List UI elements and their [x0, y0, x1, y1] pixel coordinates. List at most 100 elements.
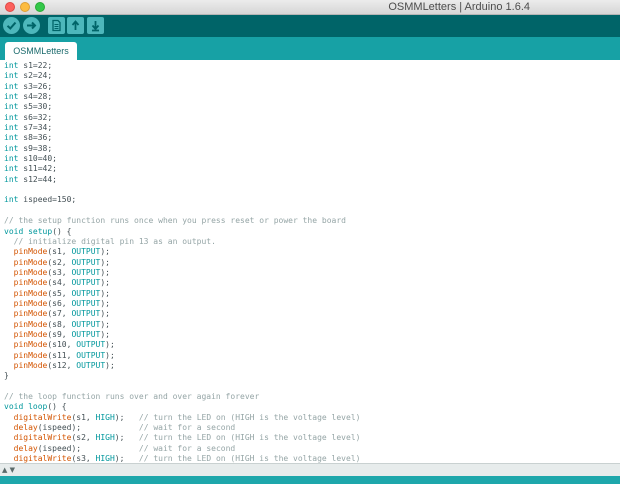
save-sketch-button[interactable]	[87, 17, 104, 34]
code-line[interactable]: pinMode(s10, OUTPUT);	[4, 340, 360, 350]
code-keyword: int	[4, 123, 19, 133]
code-text-token: (s2,	[47, 257, 72, 267]
code-keyword: int	[4, 195, 19, 205]
code-line[interactable]: pinMode(s5, OUTPUT);	[4, 289, 360, 299]
code-line[interactable]: int s11=42;	[4, 164, 360, 174]
code-editor[interactable]: int s1=22; int s2=24; int s3=26; int s4=28;…	[0, 60, 620, 463]
code-text-token: (s4,	[47, 278, 72, 288]
code-line[interactable]: pinMode(s3, OUTPUT);	[4, 268, 360, 278]
code-line[interactable]: pinMode(s11, OUTPUT);	[4, 351, 360, 361]
code-text-token: );	[100, 278, 110, 288]
code-function: pinMode	[13, 288, 48, 298]
code-comment: // wait for a second	[138, 443, 236, 453]
code-line[interactable]	[4, 206, 360, 216]
code-line[interactable]	[4, 185, 360, 195]
code-line[interactable]: pinMode(s4, OUTPUT);	[4, 278, 360, 288]
code-comment: // turn the LED on (HIGH is the voltage …	[138, 454, 361, 463]
code-line[interactable]: void setup() {	[4, 227, 360, 237]
code-line[interactable]: void loop() {	[4, 402, 360, 412]
tab-bar: OSMMLetters	[0, 37, 620, 60]
code-text-token: );	[114, 412, 139, 422]
code-text-token: (s3,	[47, 267, 72, 277]
arrow-right-icon	[27, 21, 37, 30]
code-constant: OUTPUT	[76, 340, 106, 350]
code-function: pinMode	[13, 309, 48, 319]
code-keyword: int	[4, 61, 19, 70]
code-line[interactable]: int s6=32;	[4, 113, 360, 123]
code-line[interactable]: int s9=38;	[4, 144, 360, 154]
code-text-token: s4=28;	[18, 92, 53, 102]
code-line[interactable]: // the loop function runs over and over …	[4, 392, 360, 402]
code-comment: // initialize digital pin 13 as an outpu…	[4, 236, 216, 246]
code-text-token: s2=24;	[18, 71, 53, 81]
upload-button[interactable]	[23, 17, 40, 34]
code-line[interactable]: }	[4, 371, 360, 381]
code-function: pinMode	[13, 360, 48, 370]
code-function: delay	[13, 423, 38, 433]
code-text[interactable]: int s1=22; int s2=24; int s3=26; int s4=28;…	[4, 61, 360, 463]
verify-button[interactable]	[3, 17, 20, 34]
code-line[interactable]: int s3=26;	[4, 82, 360, 92]
code-line[interactable]: // the setup function runs once when you…	[4, 216, 360, 226]
open-sketch-button[interactable]	[67, 17, 84, 34]
code-line[interactable]: pinMode(s1, OUTPUT);	[4, 247, 360, 257]
code-comment: // turn the LED on (HIGH is the voltage …	[138, 412, 361, 422]
code-text-token: );	[100, 267, 110, 277]
code-keyword: int	[4, 154, 19, 164]
code-constant: OUTPUT	[71, 267, 101, 277]
code-line[interactable]: int ispeed=150;	[4, 195, 360, 205]
arrow-up-icon	[71, 20, 80, 30]
code-line[interactable]: pinMode(s12, OUTPUT);	[4, 361, 360, 371]
code-keyword: int	[4, 143, 19, 153]
code-comment: // turn the LED on (HIGH is the voltage …	[138, 433, 361, 443]
code-line[interactable]: int s7=34;	[4, 123, 360, 133]
code-constant: OUTPUT	[71, 298, 101, 308]
code-line[interactable]: delay(ispeed); // wait for a second	[4, 423, 360, 433]
code-line[interactable]: pinMode(s7, OUTPUT);	[4, 309, 360, 319]
code-line[interactable]: int s10=40;	[4, 154, 360, 164]
code-function: pinMode	[13, 267, 48, 277]
code-line[interactable]: digitalWrite(s1, HIGH); // turn the LED …	[4, 412, 361, 423]
code-line[interactable]: pinMode(s9, OUTPUT);	[4, 330, 360, 340]
code-text-token: (s3,	[71, 454, 96, 463]
code-line[interactable]: int s1=22;	[4, 61, 360, 71]
code-text-token: (s8,	[47, 319, 72, 329]
code-line[interactable]: int s4=28;	[4, 92, 360, 102]
code-line[interactable]: pinMode(s8, OUTPUT);	[4, 320, 360, 330]
code-line[interactable]: delay(ispeed); // wait for a second	[4, 444, 360, 454]
code-keyword: setup	[28, 226, 53, 236]
window-title: OSMMLetters | Arduino 1.6.4	[388, 1, 530, 13]
code-function: pinMode	[13, 350, 48, 360]
code-line[interactable]: digitalWrite(s3, HIGH); // turn the LED …	[4, 454, 361, 463]
code-line[interactable]: digitalWrite(s2, HIGH); // turn the LED …	[4, 433, 361, 443]
code-text-token: (s1,	[71, 412, 96, 422]
code-line[interactable]: int s8=36;	[4, 133, 360, 143]
code-line[interactable]: pinMode(s2, OUTPUT);	[4, 258, 360, 268]
code-text-token: );	[100, 288, 110, 298]
new-file-icon	[52, 19, 61, 32]
code-text-token: ispeed=150;	[18, 195, 77, 205]
scroll-indicator[interactable]: ▲ ▼	[2, 466, 15, 474]
code-line[interactable]	[4, 382, 360, 392]
code-line[interactable]: int s12=44;	[4, 175, 360, 185]
code-text-token: (s2,	[71, 433, 96, 443]
tab-osmmletters[interactable]: OSMMLetters	[5, 42, 77, 60]
window-titlebar: OSMMLetters | Arduino 1.6.4	[0, 0, 620, 15]
code-line[interactable]: int s5=30;	[4, 102, 360, 112]
code-line[interactable]: int s2=24;	[4, 71, 360, 81]
code-text-token: );	[105, 360, 115, 370]
code-line[interactable]: // initialize digital pin 13 as an outpu…	[4, 237, 360, 247]
code-text-token: s10=40;	[18, 154, 57, 164]
code-constant: OUTPUT	[76, 350, 106, 360]
code-line[interactable]: pinMode(s6, OUTPUT);	[4, 299, 360, 309]
code-function: pinMode	[13, 278, 48, 288]
new-sketch-button[interactable]	[48, 17, 65, 34]
code-text-token: (s9,	[47, 329, 72, 339]
code-text-token: (s12,	[47, 360, 77, 370]
